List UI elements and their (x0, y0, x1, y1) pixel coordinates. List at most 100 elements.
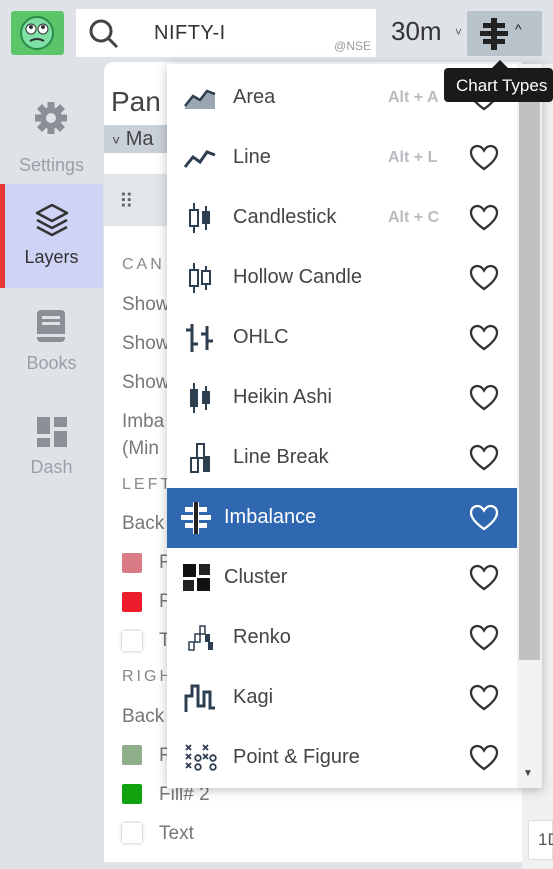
avatar[interactable] (11, 11, 64, 55)
chevron-down-icon: ˅ (112, 132, 121, 148)
heart-icon[interactable] (469, 384, 499, 412)
heart-icon[interactable] (469, 144, 499, 172)
chart-type-imbalance[interactable]: Imbalance (167, 488, 517, 548)
heart-icon[interactable] (469, 624, 499, 652)
heart-icon[interactable] (469, 204, 499, 232)
chart-types-tooltip: Chart Types (444, 60, 553, 102)
side-1d-label: 1D (538, 830, 553, 849)
section-header[interactable]: ˅ Ma (104, 125, 174, 153)
chart-type-imbalance-label: Imbalance (224, 506, 317, 528)
dropdown-scrollbar-thumb[interactable] (519, 74, 540, 660)
chevron-up-icon: ^ (515, 21, 522, 37)
chart-type-candlestick-shortcut: Alt + C (388, 209, 440, 226)
nav-settings[interactable]: Settings (0, 78, 103, 182)
avatar-face-icon (20, 16, 54, 50)
chart-type-heikin-ashi-label: Heikin Ashi (233, 386, 332, 408)
heart-icon[interactable] (469, 744, 499, 772)
side-1d-tab[interactable]: 1D (528, 820, 553, 860)
show-option-3[interactable]: Show (122, 372, 170, 394)
chart-type-ohlc-label: OHLC (233, 326, 289, 348)
chart-type-cluster-label: Cluster (224, 566, 288, 588)
chart-types-dropdown: Area Alt + A Line Alt + L Candlestick Al… (167, 64, 542, 788)
heart-icon[interactable] (469, 504, 499, 532)
left-fill2-swatch[interactable] (122, 592, 142, 612)
chevron-down-icon: ˅ (455, 25, 463, 39)
layers-icon (35, 203, 69, 237)
right-text-label: Text (159, 823, 194, 844)
chart-type-heikin-ashi[interactable]: Heikin Ashi (167, 368, 517, 428)
panel-title: Pan (111, 86, 161, 117)
right-fill2-swatch[interactable] (122, 784, 142, 804)
nav-dash-label: Dash (30, 457, 73, 477)
chart-type-area-shortcut: Alt + A (388, 89, 439, 106)
chart-type-candlestick-label: Candlestick (233, 206, 337, 228)
chart-type-line-shortcut: Alt + L (388, 149, 438, 166)
chart-type-kagi-label: Kagi (233, 686, 274, 708)
left-fill1-swatch[interactable] (122, 553, 142, 573)
scroll-down-arrow-icon[interactable]: ▼ (523, 768, 533, 779)
side-navigation: Settings Layers Books Dash (0, 64, 103, 869)
show-option-1[interactable]: Show (122, 294, 170, 316)
chart-type-line[interactable]: Line Alt + L (167, 128, 517, 188)
search-icon (89, 19, 119, 49)
book-icon (37, 310, 65, 342)
exchange-label: @NSE (334, 39, 371, 53)
chart-type-hollow-candle-label: Hollow Candle (233, 266, 362, 288)
right-fill1-swatch[interactable] (122, 745, 142, 765)
chart-type-point-figure[interactable]: Point & Figure (167, 728, 517, 788)
chart-type-candlestick[interactable]: Candlestick Alt + C (167, 188, 517, 248)
line-chart-icon (183, 150, 216, 168)
heart-icon[interactable] (469, 684, 499, 712)
heart-icon[interactable] (469, 444, 499, 472)
heikin-ashi-icon (190, 383, 210, 413)
imbalance-min-label: (Min (122, 438, 159, 459)
chart-type-line-break[interactable]: Line Break (167, 428, 517, 488)
symbol-search[interactable]: NIFTY-I @NSE (76, 9, 376, 57)
nav-layers-label: Layers (24, 247, 79, 267)
chart-type-line-break-label: Line Break (233, 446, 329, 468)
interval-selector[interactable]: 30m ˅ (391, 16, 462, 47)
line-break-icon (190, 443, 210, 473)
chart-type-kagi[interactable]: Kagi (167, 668, 517, 728)
heart-icon[interactable] (469, 264, 499, 292)
cluster-icon (183, 564, 210, 591)
kagi-icon (184, 684, 215, 712)
right-text-swatch[interactable] (122, 823, 142, 843)
imbalance-icon (480, 18, 508, 50)
chart-type-hollow-candle[interactable]: Hollow Candle (167, 248, 517, 308)
candle-caption: CAN (122, 256, 165, 273)
candlestick-icon (189, 203, 210, 233)
left-background-label: Back (122, 513, 165, 534)
chart-type-renko-label: Renko (233, 626, 291, 648)
left-text-swatch[interactable] (122, 631, 142, 651)
tooltip-text: Chart Types (456, 76, 548, 95)
nav-settings-label: Settings (18, 155, 85, 175)
dashboard-icon (37, 417, 67, 447)
symbol-name: NIFTY-I (154, 22, 226, 44)
chart-type-ohlc[interactable]: OHLC (167, 308, 517, 368)
drag-handle-icon[interactable]: ⠿ (119, 189, 135, 214)
top-bar: NIFTY-I @NSE 30m ˅ ^ (0, 0, 553, 64)
interval-value: 30m (391, 16, 442, 46)
point-figure-icon (185, 744, 217, 771)
ohlc-icon (186, 324, 213, 352)
heart-icon[interactable] (469, 564, 499, 592)
layer-row[interactable]: ⠿ (104, 174, 174, 226)
chart-type-point-figure-label: Point & Figure (233, 746, 360, 768)
area-chart-icon (184, 89, 216, 109)
heart-icon[interactable] (469, 324, 499, 352)
show-option-2[interactable]: Show (122, 333, 170, 355)
right-background-label: Back (122, 706, 165, 727)
chart-type-cluster[interactable]: Cluster (167, 548, 517, 608)
chart-type-area-label: Area (233, 86, 276, 108)
imbalance-icon (181, 502, 211, 534)
nav-books-label: Books (26, 353, 77, 373)
nav-books[interactable]: Books (0, 288, 103, 392)
nav-dash[interactable]: Dash (0, 392, 103, 496)
chart-type-button[interactable]: ^ (467, 11, 542, 56)
nav-layers[interactable]: Layers (0, 184, 103, 288)
left-caption: LEFT (122, 476, 174, 493)
section-header-label: Ma (125, 128, 154, 150)
renko-icon (188, 625, 213, 651)
chart-type-renko[interactable]: Renko (167, 608, 517, 668)
